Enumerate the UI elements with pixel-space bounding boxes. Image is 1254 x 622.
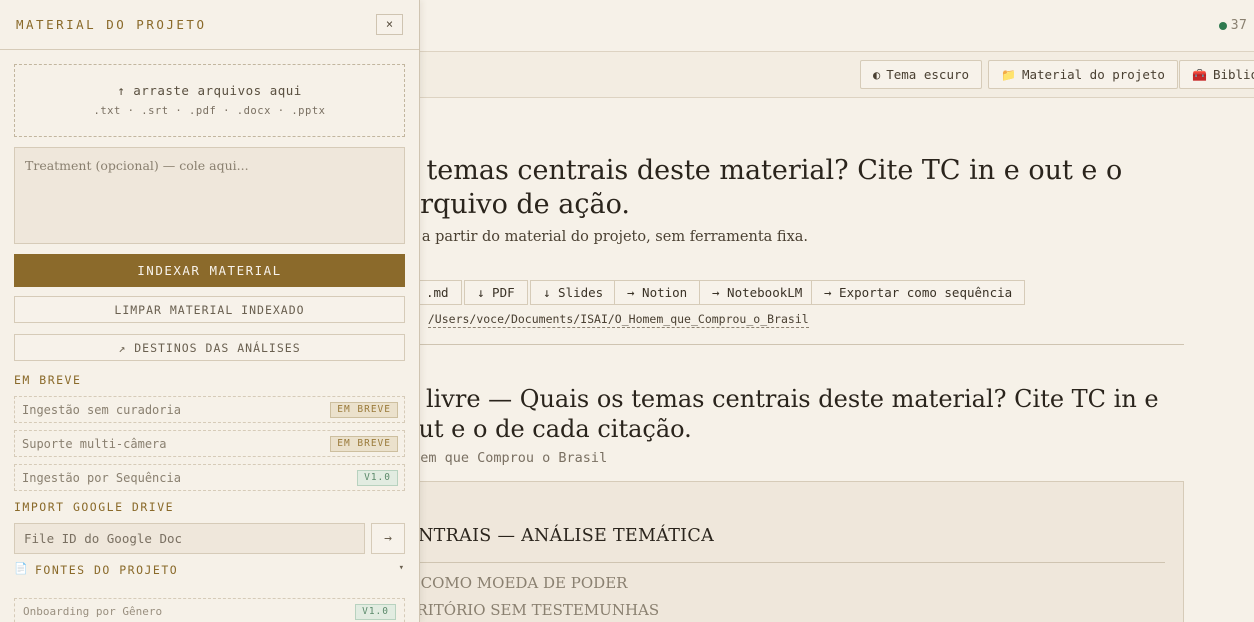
index-material-button[interactable]: INDEXAR MATERIAL <box>14 254 405 287</box>
library-button[interactable]: 🧰 Biblio <box>1179 60 1254 89</box>
library-label: Biblio <box>1212 67 1254 82</box>
status-indicator: 37 s <box>1218 18 1254 33</box>
answer-card: ENTRAIS — ANÁLISE TEMÁTICA A COMO MOEDA … <box>404 481 1184 622</box>
dropzone-label: ↑ arraste arquivos aqui <box>117 83 302 98</box>
clear-indexed-button[interactable]: LIMPAR MATERIAL INDEXADO <box>14 296 405 323</box>
status-badge: EM BREVE <box>330 436 398 452</box>
coming-soon-item: Ingestão por Sequência V1.0 <box>14 464 405 491</box>
half-circle-icon: ◐ <box>873 68 881 82</box>
answer-title: a livre — Quais os temas centrais deste … <box>404 385 1159 443</box>
version-badge: V1.0 <box>357 470 398 486</box>
status-dot-icon <box>1218 21 1227 30</box>
answer-subtitle: omem que Comprou o Brasil <box>404 450 608 466</box>
export-sequence-button[interactable]: → Exportar como sequência <box>811 280 1026 305</box>
destination-path-link[interactable]: /Users/voce/Documents/ISAI/O_Homem_que_C… <box>427 312 809 328</box>
project-material-button[interactable]: 📁 Material do projeto <box>988 60 1178 89</box>
section-divider <box>404 344 1184 345</box>
theme-toggle-button[interactable]: ◐ Tema escuro <box>860 60 983 89</box>
folder-icon: 📁 <box>1001 68 1016 82</box>
export-pdf-button[interactable]: ↓ PDF <box>464 280 528 305</box>
dropzone-extensions: .txt · .srt · .pdf · .docx · .pptx <box>93 105 326 117</box>
treatment-textarea[interactable] <box>14 147 405 244</box>
status-text: 37 s <box>1230 18 1254 33</box>
project-material-label: Material do projeto <box>1021 67 1165 82</box>
export-notebooklm-button[interactable]: → NotebookLM <box>699 280 816 305</box>
answer-card-divider <box>405 562 1165 563</box>
google-drive-section-label: IMPORT GOOGLE DRIVE <box>14 500 175 514</box>
project-material-drawer: MATERIAL DO PROJETO × ↑ arraste arquivos… <box>0 0 420 622</box>
export-notion-button[interactable]: → Notion <box>614 280 701 305</box>
coming-soon-item: Suporte multi-câmera EM BREVE <box>14 430 405 457</box>
status-badge: EM BREVE <box>330 402 398 418</box>
document-icon: 📄 <box>14 562 28 575</box>
drawer-title: MATERIAL DO PROJETO <box>16 17 207 32</box>
coming-soon-item-label: Ingestão por Sequência <box>22 471 181 485</box>
google-doc-id-input[interactable] <box>14 523 365 554</box>
onboarding-item: Onboarding por Gênero V1.0 <box>14 598 405 622</box>
analysis-destinations-button[interactable]: ↗ DESTINOS DAS ANÁLISES <box>14 334 405 361</box>
coming-soon-section-label: EM BREVE <box>14 373 82 387</box>
project-sources-label: FONTES DO PROJETO <box>35 563 179 577</box>
question-title: s temas centrais deste material? Cite TC… <box>404 155 1123 220</box>
destination-path-line: : /Users/voce/Documents/ISAI/O_Homem_que… <box>414 312 809 328</box>
toolbox-icon: 🧰 <box>1192 68 1207 82</box>
close-button[interactable]: × <box>376 14 403 35</box>
project-sources-toggle[interactable]: 📄 FONTES DO PROJETO ▾ <box>14 562 405 578</box>
answer-card-item: CRITÓRIO SEM TESTEMUNHAS <box>405 601 660 619</box>
file-dropzone[interactable]: ↑ arraste arquivos aqui .txt · .srt · .p… <box>14 64 405 137</box>
coming-soon-item-label: Suporte multi-câmera <box>22 437 167 451</box>
export-slides-button[interactable]: ↓ Slides <box>530 280 617 305</box>
drawer-header: MATERIAL DO PROJETO × <box>0 0 419 50</box>
chevron-down-icon: ▾ <box>398 563 404 573</box>
answer-card-heading: ENTRAIS — ANÁLISE TEMÁTICA <box>405 526 715 546</box>
version-badge: V1.0 <box>355 604 396 620</box>
theme-toggle-label: Tema escuro <box>886 67 970 82</box>
onboarding-item-label: Onboarding por Gênero <box>23 605 163 618</box>
coming-soon-item: Ingestão sem curadoria EM BREVE <box>14 396 405 423</box>
coming-soon-item-label: Ingestão sem curadoria <box>22 403 181 417</box>
question-subtitle: la a partir do material do projeto, sem … <box>404 229 808 245</box>
google-doc-import-button[interactable]: → <box>371 523 405 554</box>
answer-card-item: A COMO MOEDA DE PODER <box>405 574 628 592</box>
